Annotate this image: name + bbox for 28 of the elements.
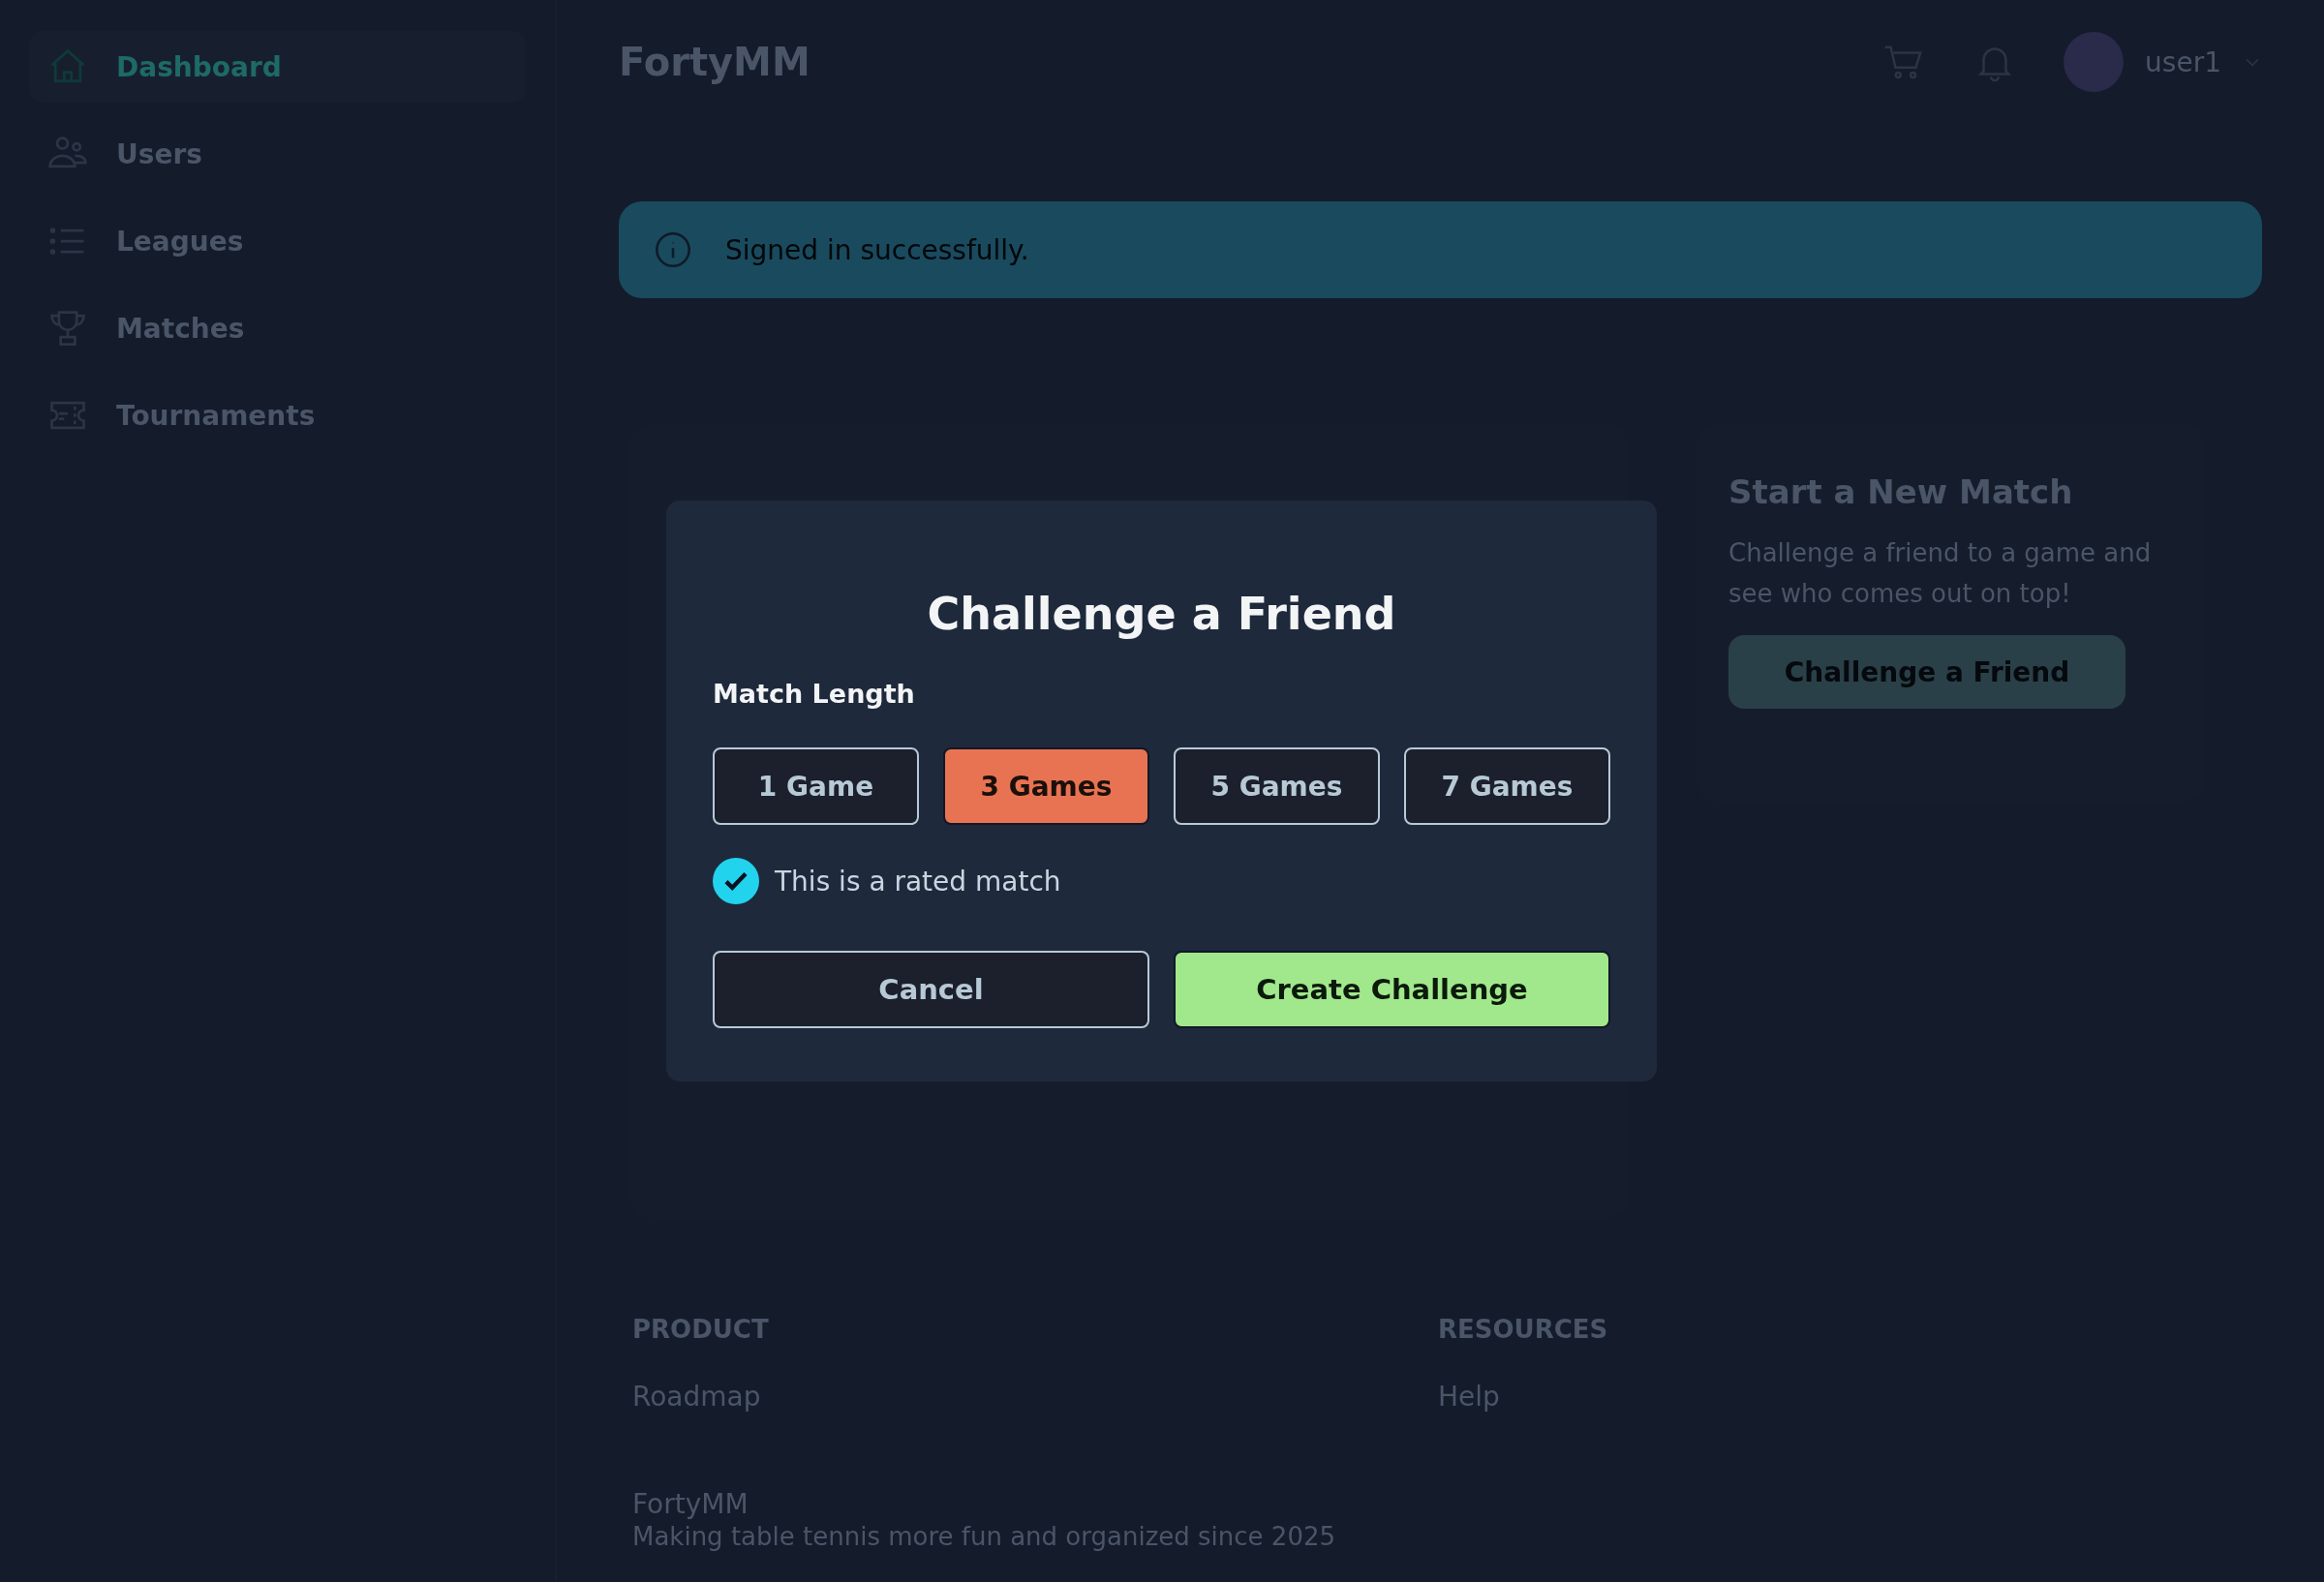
info-icon — [654, 230, 692, 269]
challenge-button[interactable]: Challenge a Friend — [1728, 635, 2125, 709]
footer-heading: RESOURCES — [1438, 1315, 1609, 1344]
sidebar-item[interactable]: Tournaments — [29, 380, 526, 451]
footer-link[interactable]: Help — [1438, 1381, 2244, 1413]
card-text: Challenge a friend to a game and see who comes out on top! — [1728, 537, 2153, 610]
sidebar-item[interactable]: Users — [29, 118, 526, 190]
create-challenge-button[interactable]: Create Challenge — [1174, 951, 1610, 1028]
footer-heading: PRODUCT — [632, 1315, 770, 1344]
sidebar-item[interactable]: Dashboard — [29, 31, 526, 103]
match-length-option[interactable]: 3 Games — [943, 747, 1149, 825]
cancel-button[interactable]: Cancel — [713, 951, 1149, 1028]
footer-brand: FortyMM — [632, 1488, 749, 1520]
match-length-option[interactable]: 7 Games — [1404, 747, 1610, 825]
brand-name[interactable]: FortyMM — [619, 40, 810, 84]
match-length-option[interactable]: 1 Game — [713, 747, 919, 825]
user-name[interactable]: user1 — [2145, 46, 2221, 78]
footer-tagline: Making table tennis more fun and organized since 2025 — [632, 1522, 1337, 1551]
match-length-option[interactable]: 5 Games — [1174, 747, 1380, 825]
footer-link[interactable]: Roadmap — [632, 1381, 1438, 1413]
sidebar-item[interactable]: Leagues — [29, 205, 526, 277]
rated-label: This is a rated match — [775, 865, 1061, 897]
sidebar-item[interactable]: Matches — [29, 292, 526, 364]
match-length-label: Match Length — [713, 679, 916, 709]
rated-checkbox[interactable] — [713, 858, 759, 904]
dialog-title: Challenge a Friend — [926, 588, 1397, 640]
card-title: Start a New Match — [1728, 472, 2074, 511]
alert-message: Signed in successfully. — [725, 233, 1029, 266]
